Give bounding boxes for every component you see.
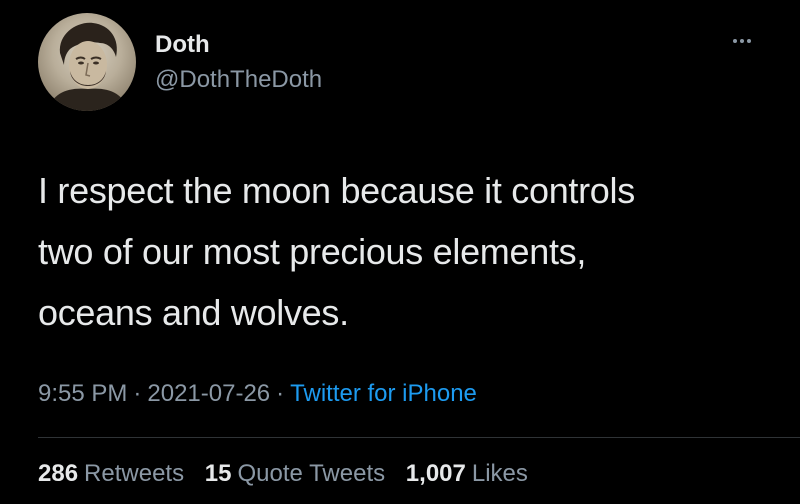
tweet-text-line: I respect the moon because it controls bbox=[38, 170, 635, 211]
author-handle[interactable]: @DothTheDoth bbox=[155, 65, 322, 95]
more-horizontal-icon-dot bbox=[747, 39, 751, 43]
more-options-button[interactable] bbox=[722, 30, 762, 52]
tweet-text: I respect the moon because it controls t… bbox=[38, 160, 778, 343]
divider bbox=[38, 437, 800, 438]
tweet-text-line: two of our most precious elements, bbox=[38, 231, 587, 272]
avatar-portrait bbox=[48, 22, 128, 111]
retweets-label: Retweets bbox=[84, 460, 185, 487]
tweet-stats: 286 Retweets 15 Quote Tweets 1,007 Likes bbox=[38, 458, 542, 490]
likes-stat[interactable]: 1,007 Likes bbox=[406, 458, 528, 490]
retweets-count: 286 bbox=[38, 460, 79, 487]
tweet-source-link[interactable]: Twitter for iPhone bbox=[290, 380, 477, 407]
tweet-meta: 9:55 PM · 2021-07-26 · Twitter for iPhone bbox=[38, 378, 477, 410]
quote-tweets-label: Quote Tweets bbox=[237, 460, 386, 487]
tweet-time[interactable]: 9:55 PM bbox=[38, 380, 127, 407]
tweet-text-line: oceans and wolves. bbox=[38, 292, 349, 333]
more-horizontal-icon-dot bbox=[740, 39, 744, 43]
quote-tweets-count: 15 bbox=[204, 460, 232, 487]
more-horizontal-icon bbox=[733, 39, 737, 43]
avatar[interactable] bbox=[38, 13, 136, 111]
tweet-card: Doth @DothTheDoth I respect the moon bec… bbox=[0, 0, 800, 504]
likes-label: Likes bbox=[471, 460, 528, 487]
meta-separator: · bbox=[276, 380, 285, 407]
likes-count: 1,007 bbox=[405, 460, 466, 487]
author-name[interactable]: Doth bbox=[155, 30, 210, 60]
quote-tweets-stat[interactable]: 15 Quote Tweets bbox=[205, 458, 385, 490]
meta-separator: · bbox=[133, 380, 142, 407]
tweet-date[interactable]: 2021-07-26 bbox=[147, 380, 270, 407]
retweets-stat[interactable]: 286 Retweets bbox=[38, 458, 184, 490]
